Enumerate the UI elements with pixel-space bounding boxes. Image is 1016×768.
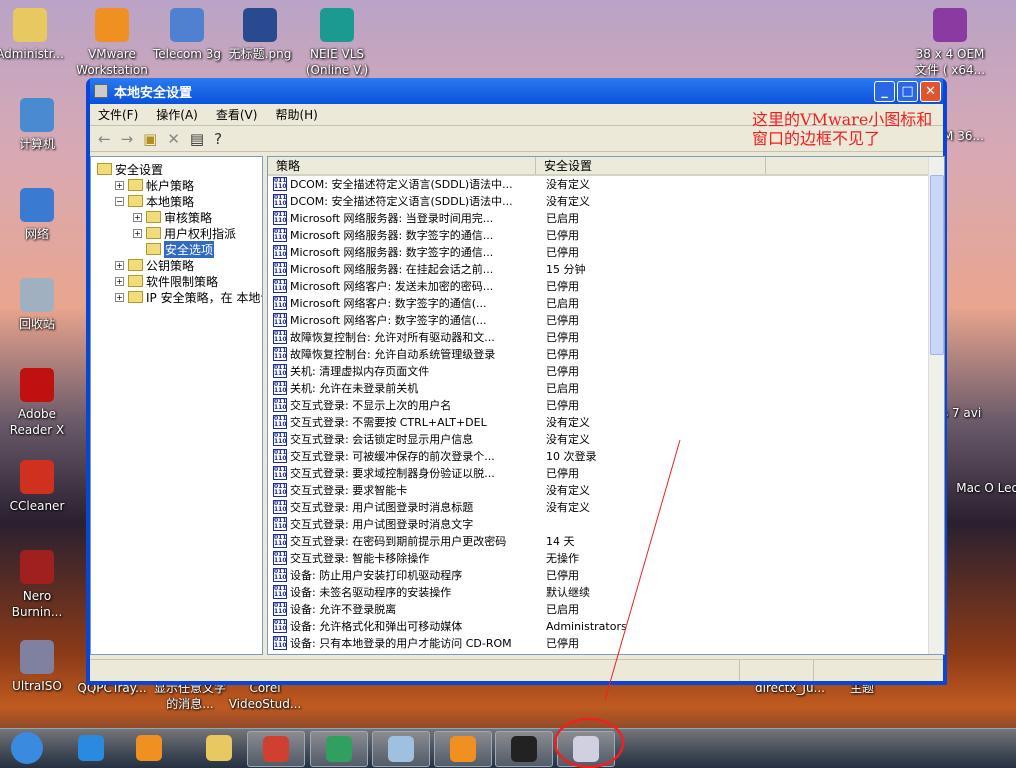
annotation-marks — [553, 439, 681, 768]
annotation-circle — [553, 717, 625, 768]
annotation-arrow-line — [604, 439, 681, 701]
